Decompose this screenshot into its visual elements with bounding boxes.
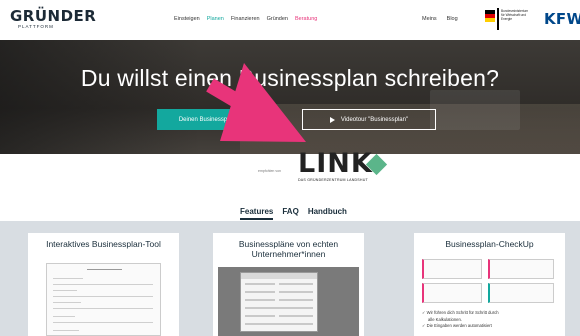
card-title: Businesspläne von echten Unternehmer*inn…: [238, 239, 339, 259]
link-logo[interactable]: LINK DAS GRÜNDERZENTRUM LANDSHUT: [298, 148, 388, 182]
main-nav: Einsteigen Planen Finanzieren Gründen Be…: [174, 16, 317, 22]
video-tour-button[interactable]: Videotour "Businessplan": [302, 109, 436, 130]
nav-item-gruenden[interactable]: Gründen: [267, 16, 288, 22]
bmwi-logo[interactable]: Bundesministerium für Wirtschaft und Ene…: [485, 6, 529, 34]
hero-banner: Du willst einen Businessplan schreiben?: [0, 40, 580, 154]
feature-card-tool[interactable]: Interaktives Businessplan-Tool: [28, 233, 179, 336]
businessplan-start-button[interactable]: Deinen Businessplan: [157, 109, 257, 130]
nav-item-planen[interactable]: Planen: [207, 16, 224, 22]
eagle-flag-icon: [485, 10, 495, 22]
top-bar: GRÜNDER PLATTFORM Einsteigen Planen Fina…: [0, 0, 580, 40]
bmwi-divider: [497, 8, 499, 30]
check-item: ✓ Die Eingaben werden automatisiert: [422, 323, 492, 328]
link-logo-word: LINK: [298, 148, 373, 179]
preview-dialog: [240, 272, 318, 332]
tab-features[interactable]: Features: [240, 207, 274, 220]
hero-shade: [0, 40, 200, 154]
check-item: ✓ Wir führen dich Schritt für Schritt du…: [422, 310, 499, 315]
video-tour-label: Videotour "Businessplan": [340, 116, 409, 123]
checkup-list: ✓ Wir führen dich Schritt für Schritt du…: [422, 310, 499, 330]
gruender-plattform-logo[interactable]: GRÜNDER PLATTFORM: [10, 9, 96, 30]
nav-item-blog[interactable]: Blog: [447, 16, 458, 22]
sponsor-label: empfohlen von: [258, 169, 281, 173]
card-title: Interaktives Businessplan-Tool: [46, 239, 161, 249]
tool-preview-image: [46, 263, 161, 336]
logo-text: GRÜNDER: [10, 7, 97, 25]
nav-item-meins[interactable]: Meins: [422, 16, 437, 22]
card-title: Businessplan-CheckUp: [445, 239, 534, 249]
checkup-box-4: [488, 283, 554, 303]
checkup-box-2: [488, 259, 554, 279]
hero-laptop-photo: [430, 90, 520, 130]
tab-handbuch[interactable]: Handbuch: [308, 207, 347, 220]
logo-subtext: PLATTFORM: [18, 24, 54, 29]
nav-item-einsteigen[interactable]: Einsteigen: [174, 16, 200, 22]
feature-card-checkup[interactable]: Businessplan-CheckUp ✓ Wir führen dich S…: [414, 233, 565, 336]
nav-item-beratung[interactable]: Beratung: [295, 16, 317, 22]
tab-faq[interactable]: FAQ: [282, 207, 298, 220]
content-tabs: Features FAQ Handbuch: [240, 207, 347, 220]
kfw-logo[interactable]: KFW: [544, 10, 580, 28]
hero-title: Du willst einen Businessplan schreiben?: [80, 65, 500, 91]
side-nav: Meins Blog: [422, 16, 458, 22]
examples-preview-image: [218, 267, 359, 336]
bmwi-text: Bundesministerium für Wirtschaft und Ene…: [501, 9, 529, 21]
nav-item-finanzieren[interactable]: Finanzieren: [231, 16, 260, 22]
checkup-box-3: [422, 283, 482, 303]
check-item: alle Kalkulationen.: [428, 316, 462, 322]
checkup-box-1: [422, 259, 482, 279]
link-logo-subtext: DAS GRÜNDERZENTRUM LANDSHUT: [298, 178, 368, 182]
play-icon: [329, 116, 335, 123]
feature-card-examples[interactable]: Businesspläne von echten Unternehmer*inn…: [213, 233, 364, 336]
